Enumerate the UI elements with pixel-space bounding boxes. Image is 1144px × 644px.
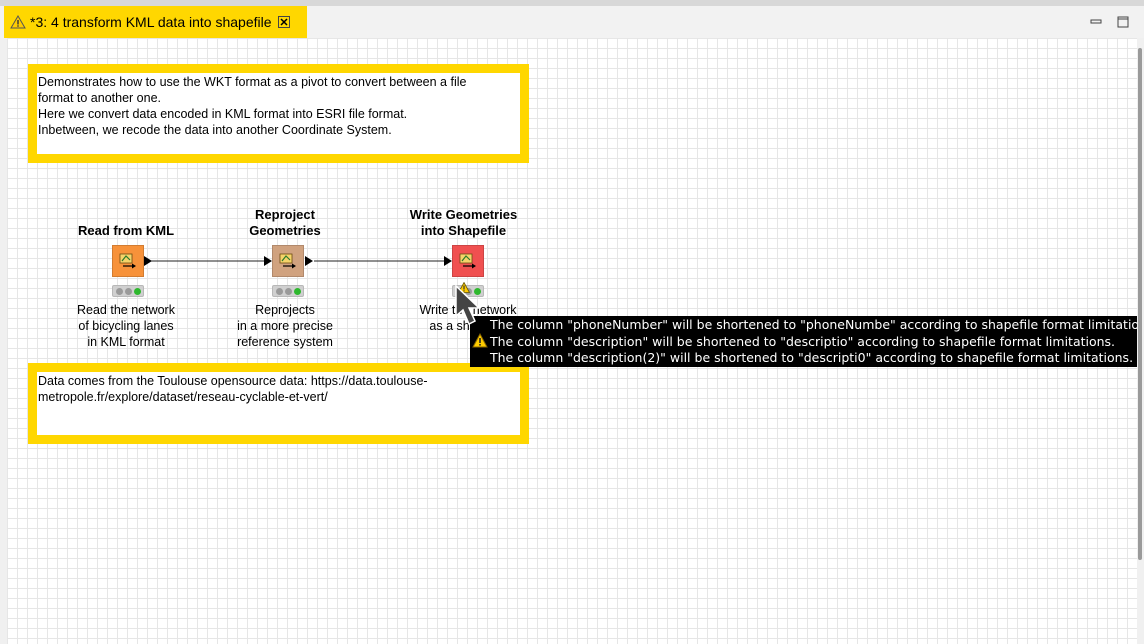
node-title-line: Write Geometries xyxy=(409,207,518,222)
maximize-icon[interactable] xyxy=(1116,16,1130,30)
tab-title: *3: 4 transform KML data into shapefile xyxy=(30,14,272,30)
output-port-icon xyxy=(144,256,152,266)
minimize-icon[interactable] xyxy=(1089,16,1103,30)
workflow-tab[interactable]: *3: 4 transform KML data into shapefile xyxy=(4,6,307,38)
connections xyxy=(144,256,452,266)
input-port-icon xyxy=(444,256,452,266)
editor-tab-strip: *3: 4 transform KML data into shapefile xyxy=(0,6,1144,38)
input-port-icon xyxy=(264,256,272,266)
node-desc-line: of bicycling lanes xyxy=(78,319,174,333)
warning-tooltip: The column "phoneNumber" will be shorten… xyxy=(470,316,1144,367)
node-desc-line: reference system xyxy=(237,335,333,349)
node-write-shapefile[interactable] xyxy=(452,245,484,277)
node-title-line: Geometries xyxy=(249,223,321,238)
node-title-line: Read from KML xyxy=(77,223,175,238)
mouse-cursor-icon xyxy=(455,284,481,326)
node-status-traffic-light xyxy=(112,285,144,297)
tooltip-line: The column "phoneNumber" will be shorten… xyxy=(490,317,1144,332)
geo-node-icon xyxy=(279,253,296,269)
node-title-line: Reproject xyxy=(255,207,315,222)
warning-icon xyxy=(472,333,488,348)
geo-node-icon xyxy=(459,253,476,269)
annotation-line: Data comes from the Toulouse opensource … xyxy=(38,374,428,388)
vertical-scrollbar[interactable] xyxy=(1137,38,1144,644)
node-title-write-shapefile[interactable]: Write Geometries into Shapefile xyxy=(393,207,534,239)
node-desc-read-kml: Read the network of bicycling lanes in K… xyxy=(61,302,191,350)
node-desc-line: Reprojects xyxy=(255,303,315,317)
close-icon[interactable] xyxy=(277,16,290,28)
node-desc-line: Read the network xyxy=(77,303,175,317)
node-desc-line: in KML format xyxy=(87,335,165,349)
output-port-icon xyxy=(305,256,313,266)
node-title-line: into Shapefile xyxy=(420,223,507,238)
node-status-traffic-light xyxy=(272,285,304,297)
node-title-reproject[interactable]: Reproject Geometries xyxy=(220,207,350,239)
node-read-from-kml[interactable] xyxy=(112,245,144,277)
warning-icon xyxy=(10,15,26,29)
node-title-read-kml[interactable]: Read from KML xyxy=(61,223,191,239)
annotation-line: metropole.fr/explore/dataset/reseau-cycl… xyxy=(38,390,328,404)
node-desc-reproject: Reprojects in a more precise reference s… xyxy=(220,302,350,350)
tooltip-line: The column "description" will be shorten… xyxy=(490,333,1116,349)
node-desc-line: in a more precise xyxy=(237,319,333,333)
node-reproject-geometries[interactable] xyxy=(272,245,304,277)
tooltip-line: The column "description(2)" will be shor… xyxy=(490,350,1134,365)
annotation-data-source[interactable]: Data comes from the Toulouse opensource … xyxy=(28,363,529,444)
scrollbar-thumb[interactable] xyxy=(1138,48,1142,560)
geo-node-icon xyxy=(119,253,136,269)
